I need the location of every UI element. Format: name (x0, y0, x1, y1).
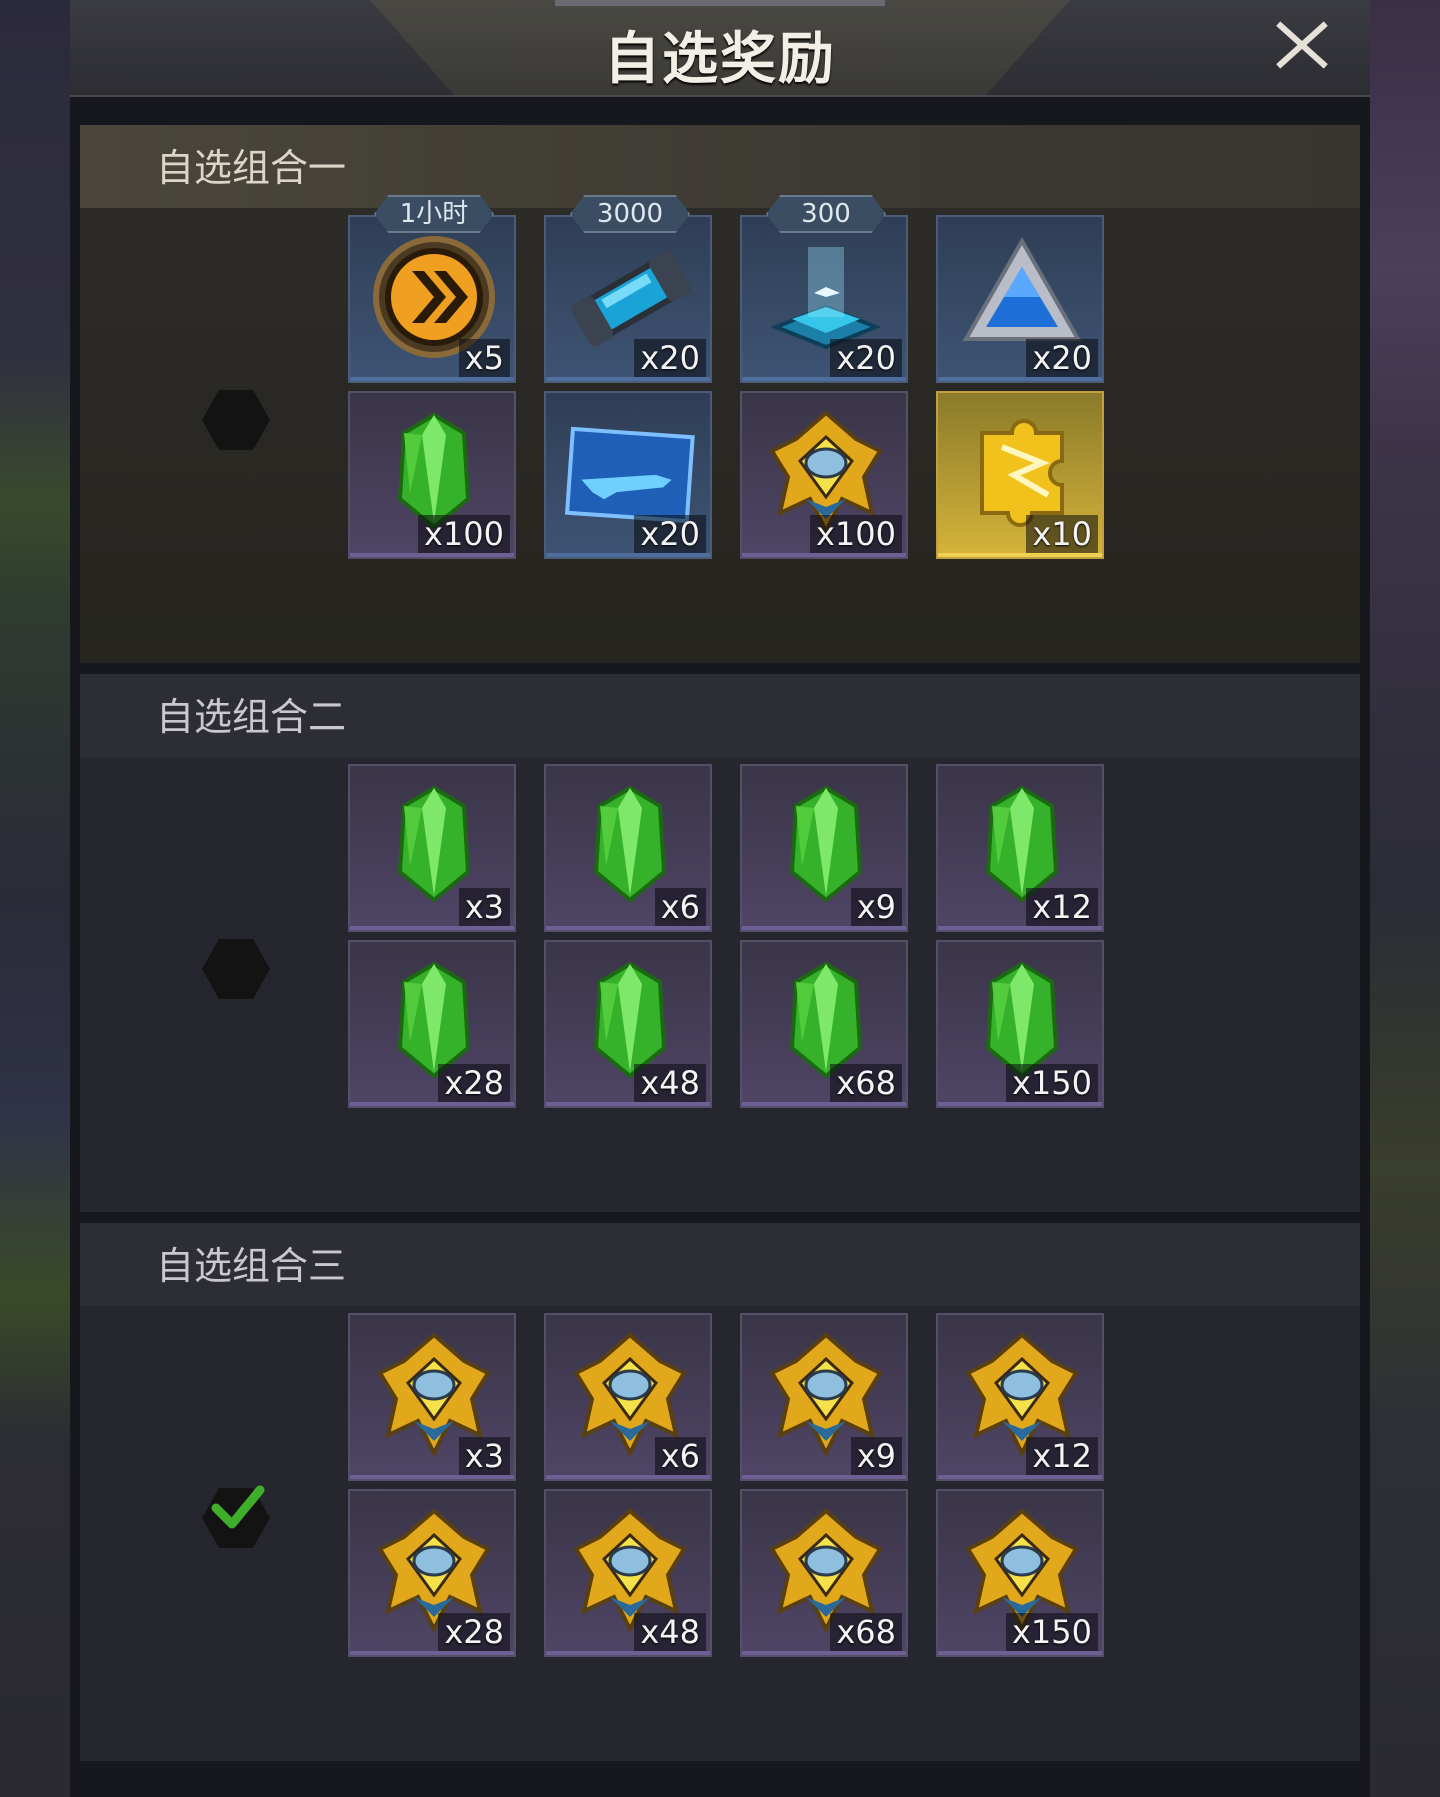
item-tag: 300 (766, 195, 886, 233)
group-header: 自选组合一 (80, 125, 1360, 208)
reward-item[interactable]: x48 (544, 1489, 712, 1657)
reward-group-2: 自选组合二 x3 x6 x9 x12 x28 x48 x68 x150 (80, 674, 1360, 1212)
item-quantity: x150 (1005, 1613, 1098, 1651)
item-quantity: x10 (1026, 515, 1098, 553)
reward-item[interactable]: x150 (936, 940, 1104, 1108)
reward-item[interactable]: x20 3000 (544, 195, 712, 383)
close-icon[interactable] (1272, 18, 1332, 70)
reward-group-1: 自选组合一 x5 1小时 x20 3000 x20 300 x20 x100 x20 x100 x1… (80, 125, 1360, 663)
group-header: 自选组合二 (80, 674, 1360, 757)
item-quantity: x20 (1026, 339, 1098, 377)
item-quantity: x6 (654, 888, 706, 926)
group-1-select-radio[interactable] (202, 390, 270, 450)
item-quantity: x12 (1026, 1437, 1098, 1475)
group-title: 自选组合三 (156, 1244, 347, 1288)
item-quantity: x20 (634, 515, 706, 553)
reward-item[interactable]: x6 (544, 1313, 712, 1481)
group-2-select-radio[interactable] (202, 939, 270, 999)
reward-item[interactable]: x100 (740, 391, 908, 559)
reward-item[interactable]: x6 (544, 764, 712, 932)
hexagon-radio-icon (202, 939, 270, 999)
reward-item[interactable]: x68 (740, 1489, 908, 1657)
reward-item[interactable]: x9 (740, 1313, 908, 1481)
reward-item[interactable]: x12 (936, 1313, 1104, 1481)
reward-item[interactable]: x3 (348, 1313, 516, 1481)
reward-item[interactable]: x20 (936, 215, 1104, 383)
reward-selection-dialog: 自选奖励 自选组合一 x5 1小时 x20 3000 x20 300 x20 x100 x20 x… (70, 0, 1370, 1797)
item-quantity: x12 (1026, 888, 1098, 926)
checkmark-icon (211, 1485, 265, 1529)
reward-item[interactable]: x12 (936, 764, 1104, 932)
header-top-bar (555, 0, 885, 6)
group-title: 自选组合一 (156, 146, 347, 190)
item-quantity: x28 (438, 1613, 510, 1651)
reward-item[interactable]: x10 (936, 391, 1104, 559)
item-quantity: x68 (830, 1064, 902, 1102)
dialog-title: 自选奖励 (604, 27, 836, 92)
group-title: 自选组合二 (156, 695, 347, 739)
item-quantity: x20 (830, 339, 902, 377)
item-quantity: x68 (830, 1613, 902, 1651)
reward-item[interactable]: x9 (740, 764, 908, 932)
item-quantity: x48 (634, 1064, 706, 1102)
item-quantity: x20 (634, 339, 706, 377)
item-quantity: x9 (850, 1437, 902, 1475)
item-quantity: x6 (654, 1437, 706, 1475)
reward-item[interactable]: x3 (348, 764, 516, 932)
reward-item[interactable]: x100 (348, 391, 516, 559)
reward-item[interactable]: x20 (544, 391, 712, 559)
reward-item[interactable]: x48 (544, 940, 712, 1108)
item-quantity: x150 (1005, 1064, 1098, 1102)
item-tag: 3000 (570, 195, 690, 233)
reward-item[interactable]: x5 1小时 (348, 195, 516, 383)
reward-item[interactable]: x28 (348, 940, 516, 1108)
reward-group-3: 自选组合三 x3 x6 x9 x12 x28 x48 x68 x150 (80, 1223, 1360, 1761)
item-quantity: x48 (634, 1613, 706, 1651)
group-3-select-radio[interactable] (202, 1485, 270, 1548)
dialog-header: 自选奖励 (70, 0, 1370, 97)
item-quantity: x3 (458, 888, 510, 926)
group-header: 自选组合三 (80, 1223, 1360, 1306)
reward-item[interactable]: x150 (936, 1489, 1104, 1657)
background-right (1370, 0, 1440, 1797)
item-quantity: x9 (850, 888, 902, 926)
reward-item[interactable]: x68 (740, 940, 908, 1108)
reward-item[interactable]: x20 300 (740, 195, 908, 383)
item-quantity: x28 (438, 1064, 510, 1102)
item-tag: 1小时 (374, 195, 494, 233)
item-quantity: x100 (417, 515, 510, 553)
background-left (0, 0, 70, 1797)
item-quantity: x5 (458, 339, 510, 377)
reward-item[interactable]: x28 (348, 1489, 516, 1657)
item-quantity: x100 (809, 515, 902, 553)
hexagon-radio-icon (202, 390, 270, 450)
item-quantity: x3 (458, 1437, 510, 1475)
